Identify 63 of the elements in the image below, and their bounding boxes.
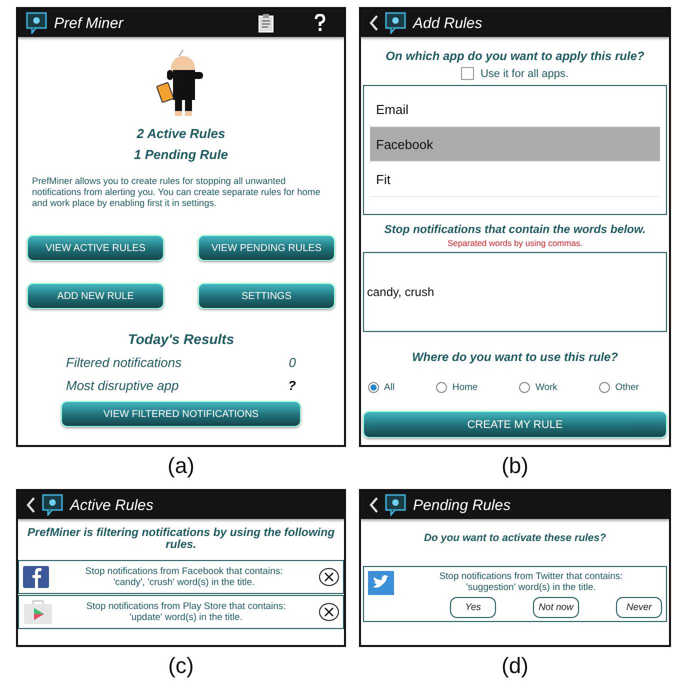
close-icon: [324, 572, 334, 582]
radio-button[interactable]: [368, 382, 379, 393]
activate-question: Do you want to activate these rules?: [424, 532, 606, 544]
checkbox[interactable]: [461, 67, 474, 80]
figure-caption: (a): [168, 453, 194, 479]
app-logo-icon: [385, 494, 407, 516]
action-button[interactable]: Never: [616, 597, 662, 618]
remove-button[interactable]: [319, 568, 339, 586]
menu-button[interactable]: SETTINGS: [198, 283, 335, 309]
app-bag-icon: [23, 599, 53, 625]
radio-label: All: [384, 382, 395, 393]
pending-rules-count: 1 Pending Rule: [134, 147, 228, 162]
create-rule-button[interactable]: CREATE MY RULE: [363, 411, 667, 438]
app-logo-icon: [42, 494, 64, 516]
words-hint: Separated words by using commas.: [447, 238, 583, 248]
app-question: On which app do you want to apply this rule?: [386, 49, 644, 63]
back-icon[interactable]: [369, 15, 379, 31]
action-button[interactable]: Yes: [450, 597, 496, 618]
words-field[interactable]: candy, crush: [363, 252, 667, 332]
figure-caption: (b): [502, 453, 528, 479]
menu-button[interactable]: VIEW PENDING RULES: [198, 235, 335, 261]
clipboard-icon[interactable]: [258, 13, 274, 33]
radio-button[interactable]: [436, 382, 448, 393]
radio-button[interactable]: [519, 382, 530, 393]
figure-caption: (c): [168, 653, 194, 679]
remove-button[interactable]: [319, 603, 339, 621]
view-filtered-button[interactable]: VIEW FILTERED NOTIFICATIONS: [61, 401, 301, 427]
app-logo-icon: [26, 12, 48, 34]
radio-label: Other: [615, 382, 639, 393]
checkbox-label: Use it for all apps.: [480, 68, 569, 80]
intro-text: PrefMiner is filtering notifications by using the following rules.: [26, 527, 336, 551]
words-heading: Stop notifications that contain the words below.: [384, 224, 646, 236]
active-rules-count: 2 Active Rules: [136, 126, 226, 141]
result-value: ?: [288, 378, 296, 393]
app-title: Pref Miner: [54, 14, 124, 32]
rule-text: Stop notifications from Play Store that contains: 'update' word(s) in the title.: [85, 601, 287, 623]
result-label: Filtered notifications: [66, 355, 182, 370]
back-icon[interactable]: [369, 497, 379, 513]
figure-caption: (d): [502, 653, 528, 679]
app-f-icon: [23, 566, 49, 588]
description-text: PrefMiner allows you to create rules for stopping all unwanted notifications from alerting you. You can create separate rules for home and work place by enabling first it in settings.: [31, 176, 322, 209]
screen-title: Pending Rules: [413, 496, 511, 514]
app-list-item[interactable]: Fit: [370, 162, 660, 197]
radio-label: Home: [452, 382, 478, 393]
app-logo-icon: [385, 12, 407, 34]
app-list-item[interactable]: Facebook: [370, 127, 660, 162]
close-icon: [324, 607, 334, 617]
rule-text: Stop notifications from Twitter that contains: 'suggestion' word(s) in the title.: [438, 571, 624, 593]
back-icon[interactable]: [26, 497, 36, 513]
action-button[interactable]: Not now: [533, 597, 579, 618]
where-question: Where do you want to use this rule?: [412, 350, 618, 364]
result-label: Most disruptive app: [66, 378, 179, 393]
menu-button[interactable]: VIEW ACTIVE RULES: [27, 235, 164, 261]
radio-label: Work: [535, 382, 558, 393]
results-heading: Today's Results: [128, 331, 234, 347]
screen-title: Active Rules: [70, 496, 154, 514]
menu-button[interactable]: ADD NEW RULE: [27, 283, 164, 309]
rule-text: Stop notifications from Facebook that contains: 'candy', 'crush' word(s) in the title.: [84, 566, 284, 588]
app-bird-icon: [368, 571, 394, 595]
screen-title: Add Rules: [413, 14, 482, 32]
help-icon[interactable]: [314, 14, 326, 32]
radio-button[interactable]: [599, 382, 610, 393]
result-value: 0: [288, 355, 296, 370]
